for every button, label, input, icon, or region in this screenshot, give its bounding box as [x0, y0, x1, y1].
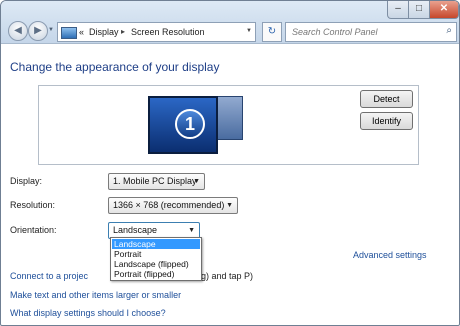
detect-button[interactable]: Detect	[360, 90, 413, 108]
connect-projector-link-tail[interactable]: g) and tap P)	[201, 270, 253, 282]
back-button[interactable]: ◀	[8, 21, 28, 41]
advanced-settings-link[interactable]: Advanced settings	[353, 249, 427, 261]
recent-pages-dropdown-icon[interactable]: ▼	[48, 27, 54, 33]
refresh-button[interactable]: ↻	[262, 22, 282, 42]
chevron-down-icon: ▼	[188, 227, 195, 234]
address-dropdown-icon[interactable]: ▼	[244, 22, 254, 40]
title-bar: – □ ✕ ◀ ▶ ▼ « Display ▸ Screen Resolutio…	[1, 1, 459, 44]
search-icon[interactable]: ⌕	[446, 25, 452, 36]
maximize-button[interactable]: □	[408, 1, 430, 19]
resolution-select[interactable]: 1366 × 768 (recommended) ▼	[108, 197, 238, 214]
orientation-option-landscape[interactable]: Landscape	[112, 239, 200, 249]
orientation-option-landscape-flipped[interactable]: Landscape (flipped)	[112, 259, 200, 269]
display-label: Display:	[10, 176, 43, 186]
close-button[interactable]: ✕	[429, 1, 459, 19]
orientation-dropdown-list: Landscape Portrait Landscape (flipped) P…	[110, 237, 202, 281]
address-bar[interactable]: « Display ▸ Screen Resolution	[57, 22, 256, 42]
monitor-number-badge: 1	[175, 109, 205, 139]
close-icon: ✕	[439, 3, 449, 14]
minimize-button[interactable]: –	[387, 1, 409, 19]
breadcrumb-display[interactable]: Display	[89, 26, 119, 38]
breadcrumb-screen-resolution[interactable]: Screen Resolution	[131, 26, 205, 38]
breadcrumb-separator-icon[interactable]: ▸	[121, 26, 125, 38]
connect-projector-link[interactable]: Connect to a projec	[10, 270, 88, 282]
back-arrow-icon: ◀	[14, 25, 22, 36]
forward-button[interactable]: ▶	[28, 21, 48, 41]
minimize-icon: –	[395, 3, 401, 14]
orientation-option-portrait[interactable]: Portrait	[112, 249, 200, 259]
page-title: Change the appearance of your display	[10, 60, 220, 74]
refresh-icon: ↻	[267, 26, 277, 37]
monitor-1-icon[interactable]: 1	[148, 96, 218, 154]
address-overflow-chevron[interactable]: «	[79, 26, 84, 38]
forward-arrow-icon: ▶	[34, 25, 42, 36]
orientation-label: Orientation:	[10, 225, 57, 235]
screen-resolution-window: – □ ✕ ◀ ▶ ▼ « Display ▸ Screen Resolutio…	[0, 0, 460, 326]
text-size-link[interactable]: Make text and other items larger or smal…	[10, 289, 181, 301]
display-select[interactable]: 1. Mobile PC Display ▼	[108, 173, 205, 190]
orientation-option-portrait-flipped[interactable]: Portrait (flipped)	[112, 269, 200, 279]
search-box[interactable]: Search Control Panel ⌕	[285, 22, 457, 42]
resolution-select-value: 1366 × 768 (recommended)	[113, 200, 225, 210]
display-select-value: 1. Mobile PC Display	[113, 176, 197, 186]
identify-button[interactable]: Identify	[360, 112, 413, 130]
orientation-select-value: Landscape	[113, 225, 158, 235]
display-help-link[interactable]: What display settings should I choose?	[10, 307, 166, 319]
control-panel-icon	[61, 27, 77, 39]
chevron-down-icon: ▼	[226, 202, 233, 209]
chevron-down-icon: ▼	[193, 178, 200, 185]
maximize-icon: □	[415, 3, 423, 14]
resolution-label: Resolution:	[10, 200, 56, 210]
search-input[interactable]: Search Control Panel	[292, 26, 378, 38]
